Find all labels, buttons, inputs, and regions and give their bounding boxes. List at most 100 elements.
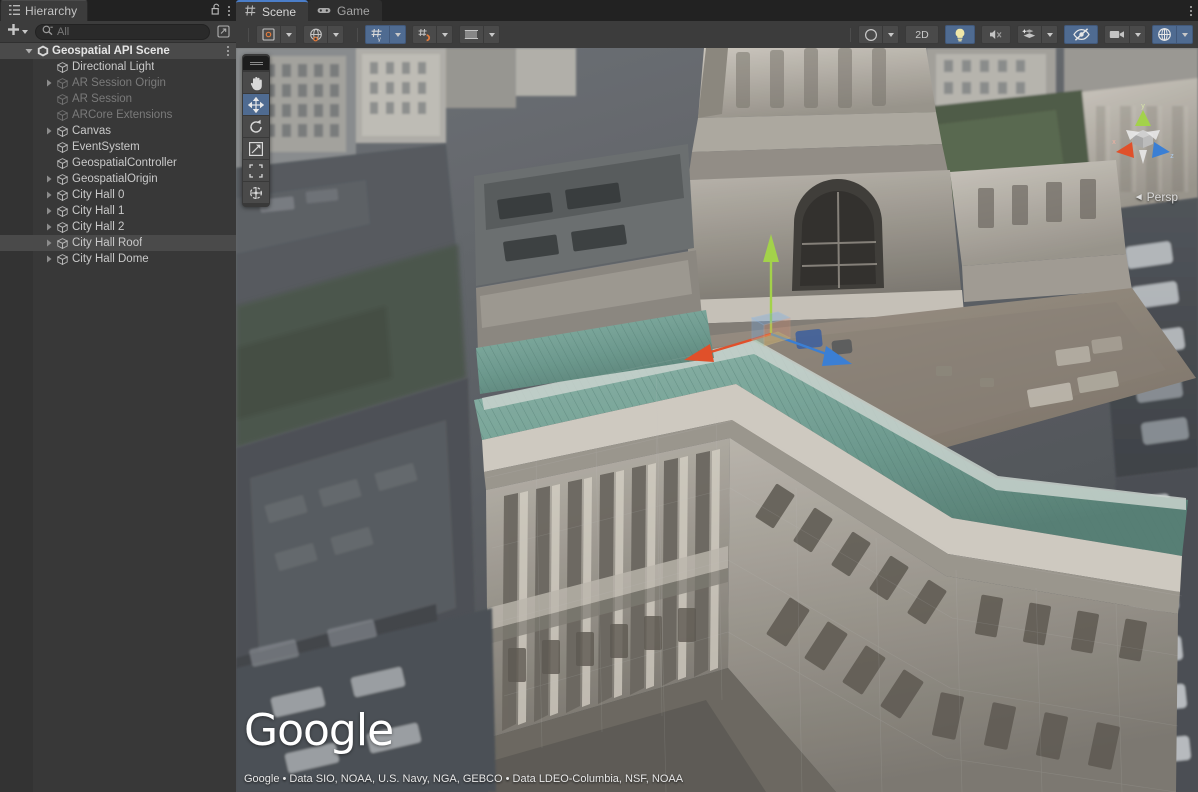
scene-kebab-menu-icon[interactable]: [1190, 6, 1192, 16]
hierarchy-item-geospatialorigin[interactable]: GeospatialOrigin: [0, 171, 236, 187]
grid-snap-button[interactable]: y: [365, 25, 390, 44]
2d-toggle-label: 2D: [915, 29, 928, 41]
gizmos-dropdown[interactable]: [1177, 25, 1193, 44]
hierarchy-item-label: AR Session Origin: [72, 77, 166, 89]
plus-icon: [7, 23, 20, 41]
chevron-down-icon: [286, 33, 292, 37]
google-watermark: Google: [244, 705, 393, 756]
scale-icon: [248, 141, 264, 157]
gizmos-toggle-button[interactable]: [1152, 25, 1177, 44]
camera-icon: [1109, 29, 1125, 40]
hierarchy-item-label: Canvas: [72, 125, 111, 137]
open-in-window-icon[interactable]: [214, 24, 232, 40]
magnet-snap-button[interactable]: [412, 25, 437, 44]
hierarchy-item-geospatialcontroller[interactable]: GeospatialController: [0, 155, 236, 171]
projection-mode-label[interactable]: ◄ Persp: [1134, 190, 1178, 204]
hierarchy-item-eventsystem[interactable]: EventSystem: [0, 139, 236, 155]
hierarchy-search-input[interactable]: All: [35, 24, 210, 40]
chevron-down-icon: [333, 33, 339, 37]
shading-mode-group: [858, 25, 899, 44]
transform-tool-button[interactable]: [243, 182, 269, 203]
2d-toggle-button[interactable]: 2D: [905, 25, 939, 44]
scene-camera-group: [1104, 25, 1146, 44]
expand-triangle[interactable]: [42, 191, 55, 199]
scene-camera-dropdown[interactable]: [1130, 25, 1146, 44]
scene-orientation-gizmo[interactable]: y x z: [1106, 100, 1180, 174]
chevron-down-icon: [442, 33, 448, 37]
expand-triangle[interactable]: [42, 207, 55, 215]
pivot-mode-button[interactable]: [256, 25, 281, 44]
hierarchy-item-city-hall-roof[interactable]: City Hall Roof: [0, 235, 236, 251]
scene-root-label: Geospatial API Scene: [52, 45, 170, 57]
hierarchy-item-directional-light[interactable]: Directional Light: [0, 59, 236, 75]
gizmo-z-handle: [822, 346, 852, 366]
gameobject-cube-icon: [55, 78, 70, 89]
grid-snap-group: y: [365, 25, 406, 44]
handle-space-dropdown[interactable]: [328, 25, 344, 44]
scene-camera-button[interactable]: [1104, 25, 1130, 44]
scene-fx-group: [1017, 25, 1058, 44]
scene-fx-button[interactable]: [1017, 25, 1042, 44]
tab-scene[interactable]: Scene: [236, 0, 308, 21]
scene-audio-button[interactable]: [981, 25, 1011, 44]
scene-panel: Scene Game: [236, 0, 1198, 792]
expand-triangle[interactable]: [42, 175, 55, 183]
grid-snap-dropdown[interactable]: [390, 25, 406, 44]
view-tool-button[interactable]: [243, 72, 269, 93]
scene-lighting-button[interactable]: [945, 25, 975, 44]
increment-snap-button[interactable]: [459, 25, 484, 44]
add-gameobject-button[interactable]: [4, 23, 31, 41]
selection-bounds-cube: [752, 312, 790, 346]
scene-tabbar-actions: [1190, 0, 1198, 21]
scene-root-expand-triangle[interactable]: [22, 47, 35, 55]
lock-open-icon[interactable]: [211, 2, 222, 20]
shading-mode-dropdown[interactable]: [883, 25, 899, 44]
hierarchy-item-city-hall-1[interactable]: City Hall 1: [0, 203, 236, 219]
expand-triangle[interactable]: [42, 255, 55, 263]
scene-root-kebab-menu-icon[interactable]: [227, 46, 236, 56]
expand-triangle[interactable]: [42, 223, 55, 231]
hierarchy-item-canvas[interactable]: Canvas: [0, 123, 236, 139]
shading-mode-button[interactable]: [858, 25, 883, 44]
handle-space-button[interactable]: [303, 25, 328, 44]
eye-crossed-icon: [1073, 28, 1090, 41]
hierarchy-item-city-hall-0[interactable]: City Hall 0: [0, 187, 236, 203]
rotate-tool-button[interactable]: [243, 116, 269, 137]
tab-hierarchy[interactable]: Hierarchy: [0, 0, 88, 21]
tab-game-label: Game: [337, 4, 370, 18]
pivot-mode-dropdown[interactable]: [281, 25, 297, 44]
increment-snap-dropdown[interactable]: [484, 25, 500, 44]
rect-tool-button[interactable]: [243, 160, 269, 181]
hierarchy-item-label: City Hall 0: [72, 189, 124, 201]
hand-icon: [249, 75, 264, 91]
hierarchy-item-list: Geospatial API Scene Directional Light AR …: [0, 43, 236, 267]
hierarchy-tree: Geospatial API Scene Directional Light AR …: [0, 43, 236, 792]
move-tool-button[interactable]: [243, 94, 269, 115]
scene-viewport[interactable]: y x z ◄ Persp Google Google • Data SIO, …: [236, 48, 1198, 792]
hierarchy-scene-root[interactable]: Geospatial API Scene: [0, 43, 236, 59]
expand-triangle[interactable]: [42, 79, 55, 87]
lightbulb-icon: [954, 28, 966, 42]
hierarchy-item-ar-session[interactable]: AR Session: [0, 91, 236, 107]
tab-game[interactable]: Game: [308, 0, 382, 21]
chevron-down-icon: [1182, 33, 1188, 37]
audio-mute-icon: [989, 28, 1003, 41]
scale-tool-button[interactable]: [243, 138, 269, 159]
hierarchy-item-city-hall-dome[interactable]: City Hall Dome: [0, 251, 236, 267]
hierarchy-item-arcore-extensions[interactable]: ARCore Extensions: [0, 107, 236, 123]
magnet-snap-dropdown[interactable]: [437, 25, 453, 44]
transform-move-gizmo[interactable]: [656, 226, 886, 386]
handle-space-group: [303, 25, 344, 44]
hierarchy-kebab-menu-icon[interactable]: [228, 6, 230, 16]
magnet-snap-group: [412, 25, 453, 44]
hierarchy-item-ar-session-origin[interactable]: AR Session Origin: [0, 75, 236, 91]
scene-fx-dropdown[interactable]: [1042, 25, 1058, 44]
expand-triangle[interactable]: [42, 127, 55, 135]
scene-visibility-button[interactable]: [1064, 25, 1098, 44]
expand-triangle[interactable]: [42, 239, 55, 247]
search-icon: [42, 23, 53, 41]
rotate-icon: [248, 119, 264, 135]
gizmo-y-handle: [763, 234, 779, 262]
hierarchy-item-city-hall-2[interactable]: City Hall 2: [0, 219, 236, 235]
tool-palette-drag-handle[interactable]: [243, 56, 269, 70]
